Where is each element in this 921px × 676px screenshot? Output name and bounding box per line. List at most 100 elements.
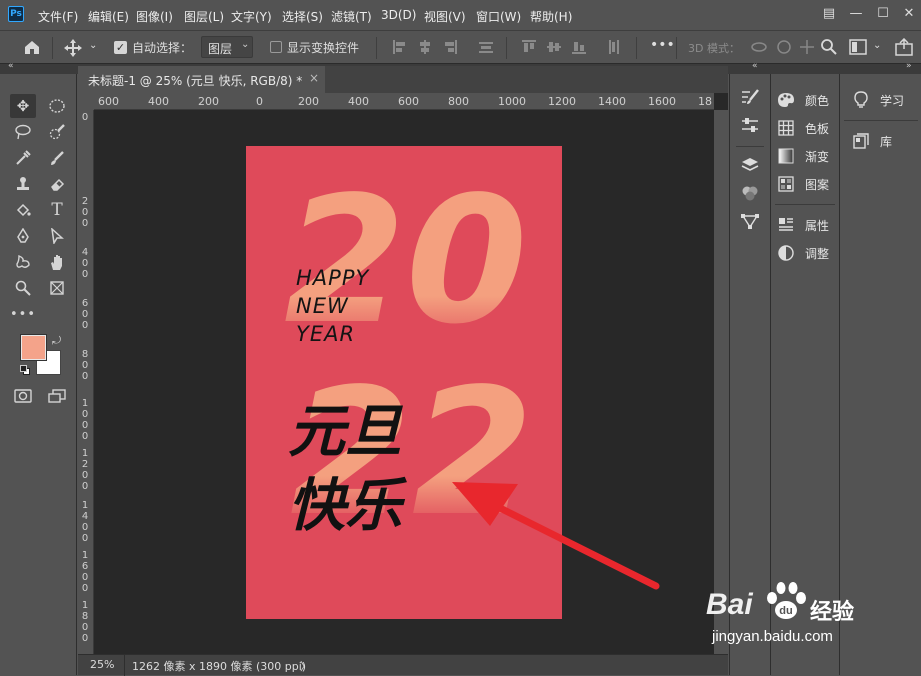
vertical-scrollbar[interactable] — [714, 110, 728, 654]
paths-icon[interactable] — [738, 212, 762, 234]
menu-filter[interactable]: 滤镜(T) — [331, 8, 372, 25]
menu-layer[interactable]: 图层(L) — [184, 8, 224, 25]
distribute-vertical-icon[interactable] — [607, 40, 621, 54]
arrange-icon[interactable]: ▤ — [818, 4, 840, 24]
frame-tool-icon[interactable] — [44, 276, 70, 300]
quick-select-tool-icon[interactable] — [44, 120, 70, 144]
chevron-down-icon[interactable]: ⌄ — [89, 40, 97, 51]
panel-color[interactable]: 颜色 — [777, 88, 829, 112]
panel-gradients[interactable]: 渐变 — [777, 144, 829, 168]
swap-colors-icon[interactable]: ⤾ — [52, 334, 61, 348]
marquee-tool-icon[interactable] — [44, 94, 70, 118]
roll-3d-icon[interactable] — [775, 38, 793, 56]
panel-patterns[interactable]: 图案 — [777, 172, 829, 196]
ruler-label: 0 — [81, 207, 89, 218]
minimize-button[interactable]: — — [845, 4, 867, 24]
menu-view[interactable]: 视图(V) — [424, 8, 466, 25]
ruler-label: 0 — [81, 371, 89, 382]
chevron-down-icon[interactable]: ⌄ — [873, 40, 881, 51]
align-middle-icon[interactable] — [547, 40, 561, 54]
paint-bucket-tool-icon[interactable] — [10, 198, 36, 222]
ruler-label: 0 — [81, 633, 89, 644]
move-tool-icon[interactable]: ✥ — [10, 94, 36, 118]
panel-swatches[interactable]: 色板 — [777, 116, 829, 140]
lightbulb-icon — [852, 91, 870, 108]
chevron-right-icon[interactable]: 〉 — [300, 658, 311, 674]
close-icon[interactable]: × — [309, 71, 319, 85]
zoom-level[interactable]: 25% — [90, 658, 114, 671]
lasso-tool-icon[interactable] — [10, 120, 36, 144]
auto-select-dropdown[interactable]: 图层 ⌄ — [201, 36, 253, 58]
menu-file[interactable]: 文件(F) — [38, 8, 78, 25]
move-tool-icon[interactable] — [63, 38, 83, 58]
menu-type[interactable]: 文字(Y) — [231, 8, 272, 25]
document-tab[interactable]: 未标题-1 @ 25% (元旦 快乐, RGB/8) * × — [78, 66, 325, 93]
channels-icon[interactable] — [738, 184, 762, 206]
align-left-icon[interactable] — [393, 40, 407, 54]
layers-icon[interactable] — [738, 156, 762, 178]
expand-dock-icon[interactable]: » — [906, 61, 912, 71]
auto-select-checkbox[interactable]: ✓ — [114, 41, 127, 54]
panel-adjustments[interactable]: 调整 — [777, 241, 829, 265]
ruler-label: 400 — [348, 95, 369, 108]
align-right-icon[interactable] — [443, 40, 457, 54]
red-arrow-annotation — [452, 482, 660, 590]
menu-help[interactable]: 帮助(H) — [530, 8, 572, 25]
pan-3d-icon[interactable] — [798, 38, 816, 56]
canvas[interactable]: 20 22 HAPPY NEW YEAR 元旦 快乐 — [94, 110, 714, 654]
distribute-icon[interactable] — [479, 40, 493, 54]
ruler-label: 0 — [81, 533, 89, 544]
collapse-dock-icon[interactable]: « — [752, 61, 758, 71]
share-icon[interactable] — [894, 38, 914, 56]
year-text: YEAR — [296, 322, 356, 346]
show-transform-checkbox[interactable] — [270, 41, 282, 53]
align-bottom-icon[interactable] — [572, 40, 586, 54]
pen-tool-icon[interactable] — [10, 224, 36, 248]
panel-label: 图案 — [805, 177, 830, 192]
eraser-tool-icon[interactable] — [44, 172, 70, 196]
align-top-icon[interactable] — [522, 40, 536, 54]
search-icon[interactable] — [820, 38, 838, 56]
ruler-label: 0 — [81, 218, 89, 229]
panel-learn[interactable]: 学习 — [852, 88, 904, 112]
edit-toolbar-icon[interactable]: ••• — [10, 302, 36, 326]
custom-shape-tool-icon[interactable] — [10, 250, 36, 274]
eyedropper-tool-icon[interactable] — [10, 146, 36, 170]
chevron-down-icon: ⌄ — [241, 39, 250, 50]
hand-tool-icon[interactable] — [44, 250, 70, 274]
workspace-icon[interactable] — [849, 39, 867, 55]
home-icon[interactable] — [22, 38, 42, 56]
ruler-label: 1 — [81, 600, 89, 611]
close-button[interactable]: ✕ — [898, 4, 920, 24]
ruler-label: 200 — [298, 95, 319, 108]
brushes-icon[interactable] — [738, 116, 762, 138]
default-colors-icon[interactable] — [20, 365, 30, 375]
ruler-label: 0 — [81, 583, 89, 594]
brush-settings-icon[interactable] — [738, 88, 762, 110]
status-bar: 25% 1262 像素 x 1890 像素 (300 ppi) 〉 — [78, 654, 728, 676]
menu-window[interactable]: 窗口(W) — [476, 8, 521, 25]
brush-tool-icon[interactable] — [44, 146, 70, 170]
screen-mode-icon[interactable] — [44, 384, 70, 408]
align-center-icon[interactable] — [418, 40, 432, 54]
menu-select[interactable]: 选择(S) — [282, 8, 323, 25]
panel-libraries[interactable]: 库 — [852, 129, 892, 153]
menu-image[interactable]: 图像(I) — [136, 8, 173, 25]
stamp-tool-icon[interactable] — [10, 172, 36, 196]
panel-properties[interactable]: 属性 — [777, 213, 829, 237]
maximize-button[interactable]: ☐ — [872, 4, 894, 24]
ruler-label: 8 — [81, 611, 89, 622]
panel-label: 库 — [880, 134, 893, 149]
quick-mask-icon[interactable] — [10, 384, 36, 408]
menu-3d[interactable]: 3D(D) — [381, 8, 416, 22]
zoom-tool-icon[interactable] — [10, 276, 36, 300]
collapse-left-icon[interactable]: « — [8, 61, 14, 71]
orbit-3d-icon[interactable] — [750, 39, 768, 55]
ruler-label: 1 — [81, 398, 89, 409]
panel-label: 调整 — [805, 246, 830, 261]
foreground-color-swatch[interactable] — [20, 334, 47, 361]
more-options-icon[interactable]: ••• — [650, 37, 675, 53]
type-tool-icon[interactable]: T — [44, 198, 70, 222]
path-select-tool-icon[interactable] — [44, 224, 70, 248]
menu-edit[interactable]: 编辑(E) — [88, 8, 129, 25]
